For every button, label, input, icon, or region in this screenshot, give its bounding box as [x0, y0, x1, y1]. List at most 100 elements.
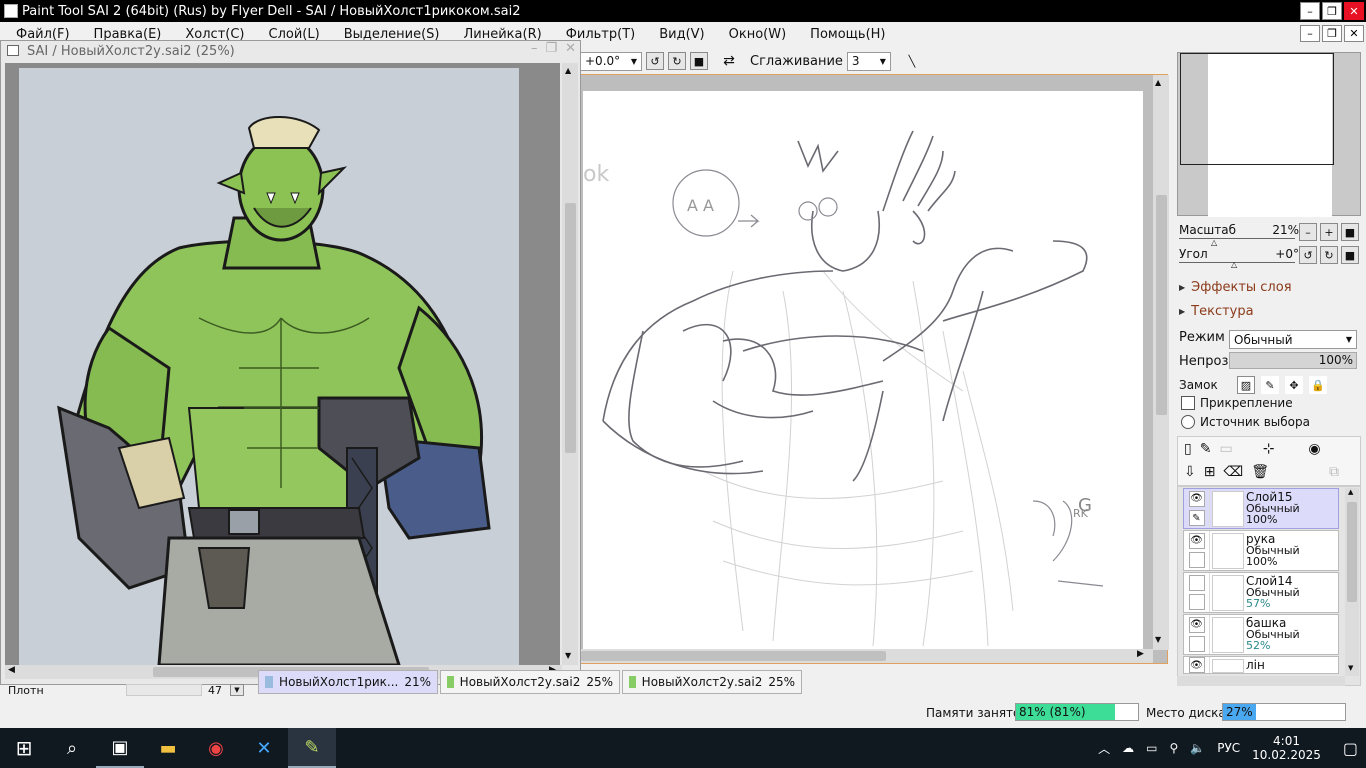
scroll-down-arrow-icon[interactable]: ▼ — [1155, 635, 1161, 644]
restore-button[interactable]: ❐ — [1322, 2, 1342, 20]
subwindow-minimize-icon[interactable]: – — [531, 41, 538, 56]
main-vertical-scrollbar[interactable]: ▲ ▼ — [1153, 75, 1169, 650]
rotate-right-icon[interactable]: ↻ — [668, 52, 686, 70]
doc-tab[interactable]: НовыйХолст1рик... 21% — [258, 670, 438, 694]
cloud-icon[interactable]: ☁ — [1122, 741, 1134, 755]
pen-lock-icon[interactable]: ✎ — [1188, 510, 1205, 527]
navigator-preview[interactable] — [1177, 52, 1361, 217]
hscroll-thumb[interactable] — [581, 651, 886, 661]
selection-source-radio[interactable] — [1181, 415, 1195, 429]
visibility-eye-icon[interactable]: 👁 — [1188, 616, 1205, 633]
scroll-up-arrow-icon[interactable]: ▲ — [565, 66, 571, 75]
rotation-reset-button[interactable]: ■ — [1341, 246, 1359, 264]
scroll-up-arrow-icon[interactable]: ▲ — [1155, 78, 1161, 87]
reset-rotation-icon[interactable]: ■ — [690, 52, 708, 70]
scroll-left-arrow-icon[interactable]: ◀ — [8, 665, 15, 675]
layer-mask-icon[interactable]: ◉ — [1308, 441, 1320, 457]
layer-item[interactable]: 👁 ✎ Слой15 Обычный 100% — [1183, 488, 1339, 529]
visibility-eye-icon[interactable]: 👁 — [1188, 490, 1205, 507]
clipping-checkbox[interactable] — [1181, 396, 1195, 410]
angle-slider-handle[interactable]: △ — [1231, 260, 1237, 269]
rotate-right-icon[interactable]: ↻ — [1320, 246, 1338, 264]
minimize-button[interactable]: – — [1300, 2, 1320, 20]
file-explorer-icon[interactable]: ▬ — [144, 728, 192, 768]
subwindow-titlebar[interactable]: SAI / НовыйХолст2у.sai2 (25%) – ❐ ✕ — [1, 41, 580, 61]
subwindow-vertical-scrollbar[interactable]: ▲ ▼ — [562, 63, 578, 665]
menu-view[interactable]: Вид(V) — [647, 27, 716, 42]
scroll-thumb[interactable] — [1156, 195, 1167, 415]
lock-transparency-icon[interactable]: ▨ — [1237, 376, 1255, 394]
doc-tab[interactable]: НовыйХолст2у.sai2 25% — [440, 670, 620, 694]
rotate-left-icon[interactable]: ↺ — [646, 52, 664, 70]
empty-toggle[interactable] — [1188, 636, 1205, 653]
lock-move-icon[interactable]: ✥ — [1285, 376, 1303, 394]
windows-start-icon[interactable]: ⊞ — [0, 728, 48, 768]
layer-item[interactable]: 👁 башка Обычный 52% — [1183, 614, 1339, 655]
lock-draw-icon[interactable]: ✎ — [1261, 376, 1279, 394]
scroll-down-arrow-icon[interactable]: ▼ — [565, 651, 571, 660]
empty-toggle[interactable] — [1188, 552, 1205, 569]
layer-item[interactable]: 👁 рука Обычный 100% — [1183, 530, 1339, 571]
new-pen-layer-icon[interactable]: ✎ — [1200, 441, 1212, 457]
notifications-icon[interactable]: ▢ — [1343, 739, 1358, 758]
scroll-thumb[interactable] — [1347, 502, 1357, 602]
visibility-eye-icon[interactable]: 👁 — [1188, 657, 1205, 673]
brush-density-slider[interactable] — [126, 684, 202, 696]
zoom-slider[interactable] — [1179, 238, 1295, 239]
merge-down-icon[interactable]: ⇩ — [1184, 464, 1196, 480]
layer-list-scrollbar[interactable]: ▲ ▼ — [1345, 488, 1359, 676]
scroll-right-arrow-icon[interactable]: ▶ — [1137, 649, 1144, 659]
doc-tab[interactable]: НовыйХолст2у.sai2 25% — [622, 670, 802, 694]
zoom-in-button[interactable]: + — [1320, 223, 1338, 241]
navigator-viewport[interactable] — [1180, 53, 1334, 165]
chevron-up-icon[interactable]: ︿ — [1098, 740, 1110, 757]
menu-window[interactable]: Окно(W) — [717, 27, 799, 42]
language-indicator[interactable]: РУС — [1217, 741, 1240, 755]
main-horizontal-scrollbar[interactable]: ▶ — [581, 649, 1153, 663]
scroll-down-arrow-icon[interactable]: ▼ — [1348, 664, 1353, 672]
smoothing-dropdown[interactable]: 3 ▼ — [846, 51, 891, 71]
subwindow-close-icon[interactable]: ✕ — [565, 41, 576, 56]
battery-icon[interactable]: ▭ — [1146, 741, 1157, 755]
doc-close-button[interactable]: ✕ — [1344, 25, 1364, 42]
ruler-layer-icon[interactable]: ⊹ — [1263, 441, 1275, 457]
task-view-app-icon[interactable]: ▣ — [96, 728, 144, 768]
texture-section[interactable]: ▶ Текстура — [1179, 304, 1254, 319]
zoom-out-button[interactable]: – — [1299, 223, 1317, 241]
doc-minimize-button[interactable]: – — [1300, 25, 1320, 42]
lock-all-icon[interactable]: 🔒 — [1309, 376, 1327, 394]
layer-effects-section[interactable]: ▶ Эффекты слоя — [1179, 280, 1292, 295]
new-folder-icon[interactable]: ▭ — [1219, 441, 1232, 457]
empty-toggle[interactable] — [1188, 594, 1205, 611]
network-icon[interactable]: ⚲ — [1169, 741, 1178, 755]
subwindow-maximize-icon[interactable]: ❐ — [545, 41, 557, 56]
rotate-left-icon[interactable]: ↺ — [1299, 246, 1317, 264]
flip-horizontal-icon[interactable]: ⇄ — [720, 52, 738, 70]
scroll-thumb[interactable] — [565, 203, 576, 453]
menu-help[interactable]: Помощь(H) — [798, 27, 897, 42]
blend-mode-dropdown[interactable]: Обычный ▼ — [1229, 330, 1357, 349]
scroll-up-arrow-icon[interactable]: ▲ — [1348, 488, 1353, 496]
opacity-slider[interactable]: 100% — [1229, 352, 1357, 369]
orc-canvas[interactable] — [19, 68, 519, 665]
layer-item[interactable]: Слой14 Обычный 57% — [1183, 572, 1339, 613]
straight-line-icon[interactable]: ╲ — [903, 52, 921, 70]
search-icon[interactable]: ⌕ — [48, 728, 96, 768]
doc-restore-button[interactable]: ❐ — [1322, 25, 1342, 42]
layer-list-hscrollbar[interactable] — [1177, 676, 1345, 686]
chevron-down-icon[interactable]: ▼ — [230, 684, 244, 696]
chrome-icon[interactable]: ◉ — [192, 728, 240, 768]
zoom-reset-button[interactable]: ■ — [1341, 223, 1359, 241]
volume-icon[interactable]: 🔈 — [1190, 741, 1205, 755]
visibility-toggle[interactable] — [1188, 574, 1205, 591]
transform-icon[interactable]: ⧉ — [1329, 464, 1339, 480]
duplicate-layer-icon[interactable]: ⊞ — [1204, 464, 1216, 480]
close-button[interactable]: ✕ — [1344, 2, 1364, 20]
main-canvas[interactable]: ok A A G RK — [583, 91, 1143, 649]
trash-icon[interactable]: 🗑 — [1251, 464, 1269, 480]
clear-layer-icon[interactable]: ⌫ — [1223, 464, 1243, 480]
clock[interactable]: 4:01 10.02.2025 — [1252, 734, 1321, 762]
visibility-eye-icon[interactable]: 👁 — [1188, 532, 1205, 549]
paint-tool-sai-icon[interactable]: ✎ — [288, 728, 336, 768]
angle-dropdown[interactable]: +0.0° ▼ — [580, 51, 642, 71]
